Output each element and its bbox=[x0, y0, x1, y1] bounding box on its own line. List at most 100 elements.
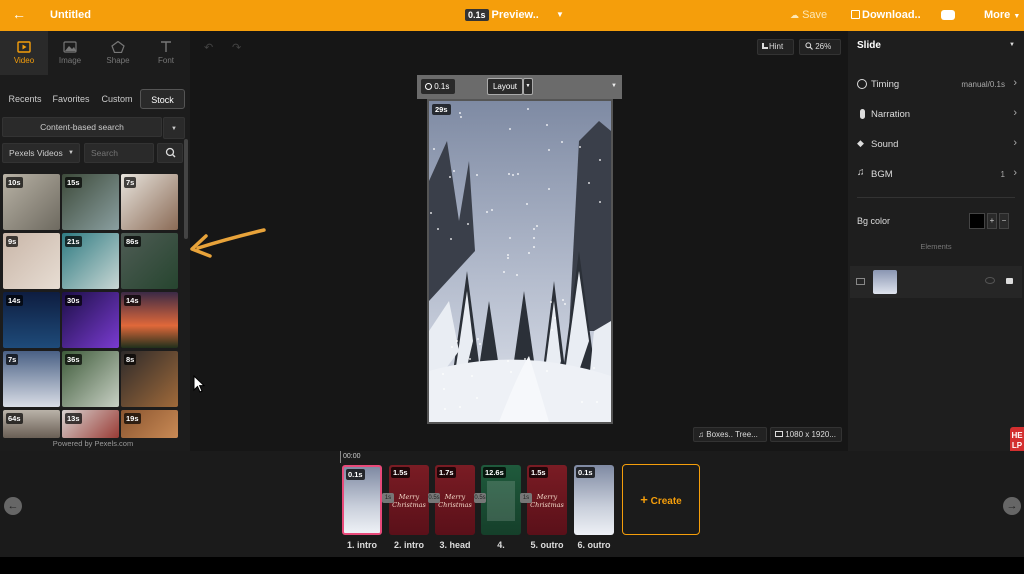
lock-icon[interactable] bbox=[1006, 278, 1013, 284]
tab-font[interactable]: Font bbox=[142, 31, 190, 75]
undo-icon[interactable]: ↶ bbox=[204, 41, 213, 54]
stock-video-thumbnail[interactable]: 86s bbox=[121, 233, 178, 289]
stock-video-thumbnail[interactable]: 30s bbox=[62, 292, 119, 348]
eye-icon[interactable] bbox=[985, 277, 995, 284]
row-sound[interactable]: ◆ Sound › bbox=[857, 137, 1017, 153]
clip-duration-badge: 0.1s bbox=[346, 469, 365, 480]
scroll-right-button[interactable]: → bbox=[1003, 497, 1021, 515]
more-button[interactable]: More ▼ bbox=[984, 9, 1020, 21]
snowflake bbox=[460, 116, 462, 118]
snowflake bbox=[516, 274, 518, 276]
timeline-clip[interactable]: 0.1s bbox=[342, 465, 382, 535]
stock-video-thumbnail[interactable]: 64s bbox=[3, 410, 60, 438]
search-icon bbox=[165, 147, 176, 158]
narration-label: Narration bbox=[871, 109, 911, 120]
video-duration-badge: 21s bbox=[65, 236, 82, 247]
snowflake bbox=[437, 228, 439, 230]
mouse-cursor-icon bbox=[193, 375, 206, 393]
subtab-favorites[interactable]: Favorites bbox=[50, 89, 92, 109]
sound-icon: ◆ bbox=[857, 138, 864, 148]
download-button[interactable]: Download.. bbox=[851, 9, 921, 21]
zoom-icon bbox=[805, 42, 813, 50]
bottom-bar bbox=[0, 557, 1024, 574]
layout-button[interactable]: Layout bbox=[487, 78, 523, 95]
plus-icon: + bbox=[640, 492, 648, 507]
hint-button[interactable]: Hint bbox=[757, 39, 794, 55]
bgm-chip[interactable]: ♫ Boxes.. Tree... bbox=[693, 427, 767, 442]
transition-marker[interactable]: 1s bbox=[382, 493, 394, 503]
snowflake bbox=[551, 329, 553, 331]
scroll-left-button[interactable]: ← bbox=[4, 497, 22, 515]
bg-color-remove-button[interactable]: − bbox=[999, 213, 1009, 229]
stock-video-thumbnail[interactable]: 7s bbox=[121, 174, 178, 230]
stock-video-thumbnail[interactable]: 10s bbox=[3, 174, 60, 230]
bg-color-add-button[interactable]: + bbox=[987, 213, 997, 229]
resolution-chip[interactable]: 1080 x 1920... bbox=[770, 427, 842, 442]
tab-video[interactable]: Video bbox=[0, 31, 48, 75]
video-duration-badge: 30s bbox=[65, 295, 82, 306]
stock-video-thumbnail[interactable]: 8s bbox=[121, 351, 178, 407]
zoom-level: 26% bbox=[815, 42, 832, 51]
timeline-clip[interactable]: 1.5s Merry Christmas bbox=[527, 465, 567, 535]
video-duration-badge: 15s bbox=[65, 177, 82, 188]
frame-duration-badge: 29s bbox=[432, 104, 451, 115]
chevron-down-icon[interactable]: ▼ bbox=[1009, 42, 1015, 48]
youtube-icon[interactable] bbox=[941, 10, 955, 20]
subtab-stock[interactable]: Stock bbox=[140, 89, 185, 109]
snowflake bbox=[444, 408, 446, 410]
clip-label: 1. intro bbox=[346, 540, 377, 550]
element-row[interactable] bbox=[850, 266, 1022, 298]
clip-label: 6. outro bbox=[577, 540, 611, 550]
music-icon: ♫ bbox=[698, 430, 704, 439]
timeline-clip[interactable]: 1.7s Merry Christmas bbox=[435, 465, 475, 535]
stock-video-thumbnail[interactable]: 36s bbox=[62, 351, 119, 407]
row-timing[interactable]: Timing manual/0.1s › bbox=[857, 77, 1017, 93]
more-label: More bbox=[984, 9, 1011, 21]
subtab-recents[interactable]: Recents bbox=[4, 89, 46, 109]
search-mode-select[interactable]: Content-based search bbox=[2, 117, 162, 137]
layout-dropdown[interactable]: ▼ bbox=[523, 78, 533, 95]
save-button[interactable]: ☁ Save bbox=[790, 9, 827, 21]
stock-video-thumbnail[interactable]: 19s bbox=[121, 410, 178, 438]
video-duration-badge: 9s bbox=[6, 236, 19, 247]
video-duration-badge: 7s bbox=[6, 354, 19, 365]
search-button[interactable] bbox=[157, 143, 183, 163]
snowflake bbox=[533, 228, 535, 230]
source-select[interactable]: Pexels Videos ▼ bbox=[2, 143, 80, 163]
slide-time-button[interactable]: 0.1s bbox=[421, 79, 455, 94]
timeline-clip[interactable]: 0.1s bbox=[574, 465, 614, 535]
subtab-custom[interactable]: Custom bbox=[98, 89, 136, 109]
tab-image[interactable]: Image bbox=[46, 31, 94, 75]
stock-video-thumbnail[interactable]: 9s bbox=[3, 233, 60, 289]
bg-color-swatch[interactable] bbox=[969, 213, 985, 229]
stock-video-thumbnail[interactable]: 21s bbox=[62, 233, 119, 289]
stock-video-thumbnail[interactable]: 14s bbox=[3, 292, 60, 348]
transition-marker[interactable]: 1s bbox=[520, 493, 532, 503]
clip-duration-badge: 1.5s bbox=[529, 467, 548, 478]
row-bgm[interactable]: ♫ BGM 1 › bbox=[857, 167, 1017, 183]
chevron-down-icon[interactable]: ▼ bbox=[611, 83, 617, 89]
preview-button[interactable]: 0.1s Preview.. bbox=[465, 9, 539, 21]
zoom-button[interactable]: 26% bbox=[799, 39, 841, 55]
slide-preview[interactable]: 29s bbox=[427, 99, 613, 424]
transition-marker[interactable]: 0.5s bbox=[474, 493, 486, 503]
project-title[interactable]: Untitled bbox=[50, 9, 91, 21]
back-arrow-icon[interactable]: ← bbox=[12, 6, 26, 22]
clip-duration-badge: 1.5s bbox=[391, 467, 410, 478]
stock-video-thumbnail[interactable]: 14s bbox=[121, 292, 178, 348]
search-mode-dropdown[interactable]: ▼ bbox=[163, 117, 185, 139]
redo-icon[interactable]: ↷ bbox=[232, 41, 241, 54]
stock-video-thumbnail[interactable]: 7s bbox=[3, 351, 60, 407]
search-input[interactable] bbox=[84, 143, 154, 163]
row-narration[interactable]: Narration › bbox=[857, 107, 1017, 123]
timeline-clip[interactable]: 12.6s bbox=[481, 465, 521, 535]
timeline-clip[interactable]: 1.5s Merry Christmas bbox=[389, 465, 429, 535]
tab-shape[interactable]: Shape bbox=[94, 31, 142, 75]
create-button[interactable]: + Create bbox=[622, 464, 700, 535]
source-label: Pexels Videos bbox=[9, 148, 63, 158]
stock-video-thumbnail[interactable]: 13s bbox=[62, 410, 119, 438]
clip-text-card bbox=[487, 481, 515, 521]
transition-marker[interactable]: 0.5s bbox=[428, 493, 440, 503]
preview-dropdown-chevron-icon[interactable]: ▼ bbox=[556, 10, 564, 19]
stock-video-thumbnail[interactable]: 15s bbox=[62, 174, 119, 230]
